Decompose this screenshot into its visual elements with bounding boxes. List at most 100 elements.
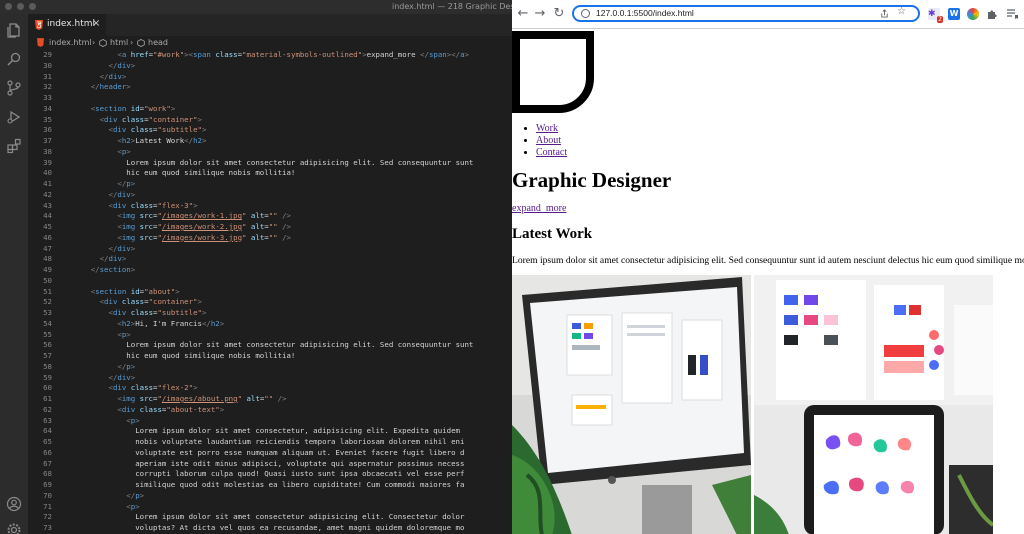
code-line: voluptate est porro esse numquam aliquam… (135, 447, 465, 457)
line-number: 67 (43, 458, 52, 468)
line-number: 57 (43, 351, 52, 360)
run-debug-icon[interactable] (6, 109, 22, 125)
line-number: 41 (43, 179, 52, 188)
line-number: 62 (43, 404, 52, 414)
line-number: 49 (43, 265, 52, 274)
code-line: <img src="/images/about.png" alt="" /> (117, 394, 287, 403)
extensions-puzzle-icon[interactable] (986, 8, 998, 20)
breadcrumb-html[interactable]: html (110, 36, 128, 49)
code-area[interactable]: 29 <a href="#work"><span class="material-… (28, 49, 512, 534)
page-heading: Graphic Designer (512, 168, 672, 192)
bookmark-star-icon[interactable]: ☆ (897, 6, 906, 17)
code-line: <p> (126, 501, 140, 511)
line-number: 30 (43, 60, 52, 70)
window-title: index.html — 218 Graphic Designer (392, 2, 512, 11)
code-line: <p> (126, 415, 140, 425)
nav-link-about[interactable]: About (536, 135, 561, 146)
line-number: 42 (43, 189, 52, 199)
code-line: </header> (90, 82, 131, 92)
minimize-window-button[interactable] (17, 3, 24, 10)
line-number: 56 (43, 340, 52, 350)
line-number: 55 (43, 329, 52, 339)
code-line: </p> (117, 179, 136, 188)
code-line: <img src="/images/work-2.jpg" alt="" /> (117, 222, 291, 231)
reading-list-icon[interactable] (1006, 8, 1018, 20)
line-number: 52 (43, 297, 52, 307)
tab-index-html[interactable]: index.html × (28, 14, 106, 36)
line-number: 54 (43, 318, 52, 328)
chevron-right-icon: › (130, 38, 134, 47)
line-number: 46 (43, 232, 52, 242)
line-number: 60 (43, 383, 52, 393)
source-control-icon[interactable] (6, 80, 22, 96)
code-line: <div class="flex-3"> (108, 200, 198, 210)
account-icon[interactable] (6, 496, 22, 512)
explorer-icon[interactable] (6, 22, 22, 38)
html5-icon (37, 38, 44, 47)
line-number: 47 (43, 243, 52, 253)
code-line: <div class="container"> (99, 297, 202, 307)
url-text: 127.0.0.1:5500/index.html (596, 8, 694, 18)
code-line: <img src="/images/work-3.jpg" alt="" /> (117, 232, 291, 242)
element-cube-icon (99, 39, 107, 47)
expand-more-link[interactable]: expand_more (512, 203, 566, 214)
code-line: <a href="#work"><span class="material-sy… (117, 50, 470, 59)
line-number: 38 (43, 146, 52, 156)
work-image-1 (512, 275, 751, 534)
code-line: voluptas? At dicta vel quos ea recusanda… (135, 523, 465, 532)
forward-arrow-icon[interactable]: → (533, 7, 547, 21)
code-line: <div class="subtitle"> (108, 125, 207, 135)
chevron-right-icon: › (92, 38, 96, 47)
close-tab-icon[interactable]: × (92, 18, 100, 29)
section-title: Latest Work (512, 226, 593, 242)
breadcrumb-file[interactable]: index.html (49, 36, 92, 49)
extension-badge: 2 (937, 16, 943, 23)
code-line: hic eum quod similique nobis mollitia! (126, 168, 296, 178)
line-number: 36 (43, 125, 52, 135)
code-line: <img src="/images/work-1.jpg" alt="" /> (117, 211, 291, 221)
color-picker-extension-icon[interactable] (967, 8, 979, 20)
code-line: <p> (117, 329, 131, 339)
settings-gear-icon[interactable] (6, 522, 22, 534)
code-line: <div class="container"> (99, 114, 202, 124)
code-line: </div> (108, 372, 136, 382)
close-window-button[interactable] (5, 3, 12, 10)
section-paragraph: Lorem ipsum dolor sit amet consectetur a… (512, 255, 1024, 266)
line-number: 58 (43, 361, 52, 371)
line-number: 40 (43, 168, 52, 178)
line-number: 70 (43, 490, 52, 500)
reload-icon[interactable]: ↻ (552, 7, 566, 21)
element-cube-icon (137, 39, 145, 47)
share-icon[interactable] (880, 9, 889, 18)
extension-puzzle-colored-icon[interactable]: ✱ 2 (928, 8, 943, 23)
address-bar[interactable]: 127.0.0.1:5500/index.html ☆ (572, 5, 920, 22)
code-line: <div class="about-text"> (117, 404, 225, 414)
nav-link-contact[interactable]: Contact (536, 147, 567, 158)
nav-link-work[interactable]: Work (536, 123, 558, 134)
work-image-2 (754, 275, 993, 534)
line-number: 63 (43, 415, 52, 425)
search-icon[interactable] (6, 51, 22, 67)
w-extension-icon[interactable]: W (948, 8, 960, 20)
code-line: Lorem ipsum dolor sit amet consectetur a… (126, 340, 474, 350)
code-line: <p> (117, 146, 131, 156)
code-line: Lorem ipsum dolor sit amet consectetur a… (126, 157, 474, 167)
code-line: Lorem ipsum dolor sit amet consectetur a… (135, 512, 465, 522)
maximize-window-button[interactable] (29, 3, 36, 10)
back-arrow-icon[interactable]: ← (516, 7, 530, 21)
line-number: 33 (43, 93, 52, 102)
html5-icon (35, 20, 43, 30)
line-number: 61 (43, 394, 52, 403)
breadcrumb-head[interactable]: head (148, 36, 168, 49)
code-line: <div class="flex-2"> (108, 383, 198, 393)
line-number: 43 (43, 200, 52, 210)
line-number: 64 (43, 426, 52, 436)
activity-bar (0, 14, 28, 534)
code-line: </section> (90, 265, 136, 274)
extensions-icon[interactable] (6, 138, 22, 154)
site-info-icon[interactable] (581, 9, 590, 18)
editor-tab-bar: index.html × (28, 14, 512, 36)
code-editor: index.html — 218 Graphic Designer index.… (0, 0, 512, 534)
code-line: <h2>Latest Work</h2> (117, 136, 207, 145)
code-line: Lorem ipsum dolor sit amet consectetur, … (135, 426, 461, 436)
